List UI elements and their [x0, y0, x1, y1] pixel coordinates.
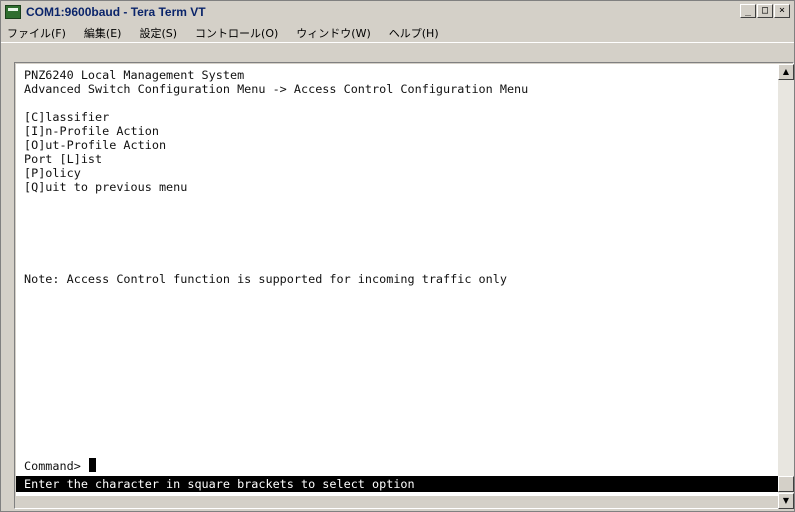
menu-help[interactable]: ヘルプ(H) — [387, 24, 441, 42]
menu-bar: ファイル(F) 編集(E) 設定(S) コントロール(O) ウィンドウ(W) ヘ… — [1, 23, 794, 43]
menu-option-port-list: Port [L]ist — [24, 152, 103, 166]
menu-file[interactable]: ファイル(F) — [5, 24, 68, 42]
terminal-line-breadcrumb: Advanced Switch Configuration Menu -> Ac… — [24, 82, 529, 96]
menu-window[interactable]: ウィンドウ(W) — [294, 24, 372, 42]
minimize-button[interactable]: _ — [740, 4, 756, 18]
menu-option-classifier: [C]lassifier — [24, 110, 110, 124]
close-button[interactable]: × — [774, 4, 790, 18]
scroll-thumb[interactable] — [778, 476, 794, 492]
command-prompt: Command> — [24, 459, 81, 473]
vertical-scrollbar[interactable]: ▲ ▼ — [778, 64, 794, 509]
scroll-up-button[interactable]: ▲ — [778, 64, 794, 80]
title-bar[interactable]: COM1:9600baud - Tera Term VT _ □ × — [1, 1, 794, 23]
window-controls: _ □ × — [739, 4, 790, 18]
command-prompt-line[interactable]: Command> — [24, 458, 96, 473]
menu-edit[interactable]: 編集(E) — [82, 24, 124, 42]
menu-option-quit: [Q]uit to previous menu — [24, 180, 188, 194]
menu-option-policy: [P]olicy — [24, 166, 81, 180]
terminal-window: COM1:9600baud - Tera Term VT _ □ × ファイル(… — [0, 0, 795, 512]
status-line: Enter the character in square brackets t… — [16, 476, 778, 492]
menu-option-out-profile-action: [O]ut-Profile Action — [24, 138, 167, 152]
tera-term-icon[interactable] — [5, 5, 21, 19]
window-title: COM1:9600baud - Tera Term VT — [26, 5, 206, 19]
terminal-line-system-name: PNZ6240 Local Management System — [24, 68, 245, 82]
terminal-screen[interactable]: PNZ6240 Local Management System Advanced… — [16, 64, 778, 496]
terminal-note: Note: Access Control function is support… — [24, 272, 507, 286]
scroll-down-button[interactable]: ▼ — [778, 493, 794, 509]
text-cursor — [88, 458, 96, 472]
menu-setup[interactable]: 設定(S) — [137, 24, 179, 42]
menu-option-in-profile-action: [I]n-Profile Action — [24, 124, 159, 138]
maximize-button[interactable]: □ — [757, 4, 773, 18]
menu-control[interactable]: コントロール(O) — [193, 24, 280, 42]
